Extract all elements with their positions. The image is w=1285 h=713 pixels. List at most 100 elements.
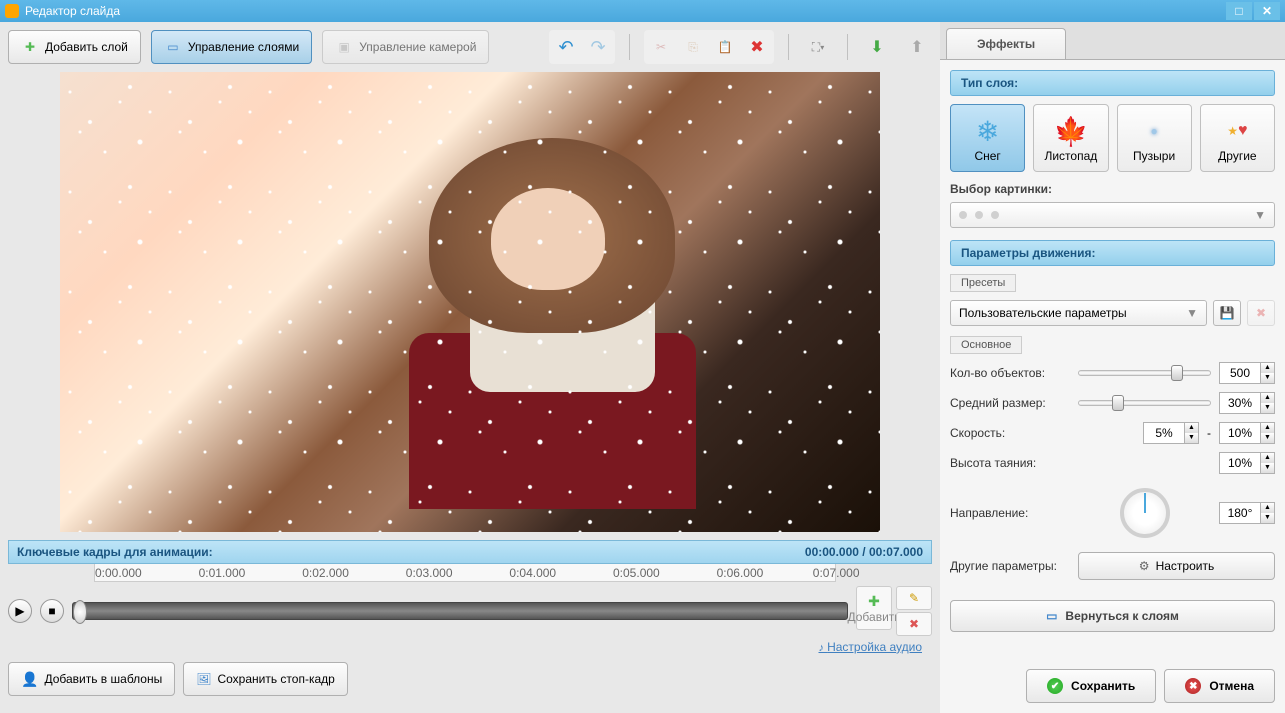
fit-icon: ⛶ — [812, 40, 820, 55]
count-slider[interactable] — [1078, 370, 1211, 376]
chevron-down-icon: ▼ — [1254, 208, 1266, 222]
down-button[interactable]: ⬇ — [862, 32, 892, 62]
camera-control-label: Управление камерой — [359, 40, 476, 54]
person-plus-icon: 👤 — [21, 671, 38, 688]
melt-label: Высота таяния: — [950, 456, 1070, 470]
cancel-button[interactable]: ✖ Отмена — [1164, 669, 1275, 703]
delete-preset-button[interactable]: ✖ — [1247, 300, 1275, 326]
size-slider[interactable] — [1078, 400, 1211, 406]
add-to-templates-button[interactable]: 👤 Добавить в шаблоны — [8, 662, 175, 696]
save-button[interactable]: ✔ Сохранить — [1026, 669, 1156, 703]
timeline-track[interactable] — [72, 602, 848, 620]
size-spinner[interactable]: 30%▲▼ — [1219, 392, 1275, 414]
save-preset-button[interactable]: 💾 — [1213, 300, 1241, 326]
add-keyframe-button[interactable]: ✚ Добавить — [856, 586, 892, 630]
image-select-dropdown[interactable]: ▼ — [950, 202, 1275, 228]
pencil-icon: ✎ — [909, 591, 919, 605]
paste-button[interactable]: 📋 — [710, 32, 740, 62]
image-select-label: Выбор картинки: — [950, 182, 1275, 196]
titlebar: Редактор слайда □ ✕ — [0, 0, 1285, 22]
snowflake-icon: ❄ — [955, 113, 1020, 149]
left-footer: 👤 Добавить в шаблоны 🖼 Сохранить стоп-ка… — [8, 654, 932, 704]
up-button[interactable]: ⬆ — [902, 32, 932, 62]
timeline-ruler[interactable]: 0:00.000 0:01.000 0:02.000 0:03.000 0:04… — [94, 564, 836, 582]
melt-spinner[interactable]: 10%▲▼ — [1219, 452, 1275, 474]
right-panel: Эффекты Тип слоя: ❄ Снег 🍁 Листопад ● Пу… — [940, 22, 1285, 713]
direction-label: Направление: — [950, 506, 1070, 520]
right-footer: ✔ Сохранить ✖ Отмена — [940, 659, 1285, 713]
delete-keyframe-button[interactable]: ✖ — [896, 612, 932, 636]
speed-max-spinner[interactable]: 10%▲▼ — [1219, 422, 1275, 444]
layer-type-snow[interactable]: ❄ Снег — [950, 104, 1025, 172]
delete-icon: ✖ — [750, 37, 763, 57]
ruler-mark: 0:01.000 — [199, 566, 246, 580]
layer-type-label: Листопад — [1038, 149, 1103, 163]
check-icon: ✔ — [1047, 678, 1063, 694]
speed-label: Скорость: — [950, 426, 1070, 440]
count-label: Кол-во объектов: — [950, 366, 1070, 380]
arrow-up-icon: ⬆ — [910, 37, 923, 57]
image-icon: 🖼 — [196, 672, 211, 686]
copy-icon: ⎘ — [688, 40, 698, 55]
layer-type-other[interactable]: ★♥ Другие — [1200, 104, 1275, 172]
delete-button[interactable]: ✖ — [742, 32, 772, 62]
add-keyframe-label: Добавить — [847, 610, 900, 624]
direction-dial[interactable] — [1120, 488, 1170, 538]
maximize-button[interactable]: □ — [1226, 2, 1252, 20]
shapes-icon: ★♥ — [1205, 113, 1270, 149]
ruler-mark: 0:07.000 — [813, 566, 860, 580]
close-button[interactable]: ✕ — [1254, 2, 1280, 20]
undo-button[interactable]: ↶ — [551, 32, 581, 62]
stop-button[interactable]: ■ — [40, 599, 64, 623]
manage-layers-button[interactable]: ▭ Управление слоями — [151, 30, 312, 64]
configure-button[interactable]: ⚙ Настроить — [1078, 552, 1275, 580]
paste-icon: 📋 — [718, 40, 733, 54]
layers-icon: ▭ — [1046, 609, 1057, 623]
ruler-mark: 0:06.000 — [717, 566, 764, 580]
ruler-mark: 0:03.000 — [406, 566, 453, 580]
preset-dropdown[interactable]: Пользовательские параметры ▼ — [950, 300, 1207, 326]
presets-group-label: Пресеты — [950, 274, 1016, 292]
layer-type-leaves[interactable]: 🍁 Листопад — [1033, 104, 1108, 172]
audio-settings-link[interactable]: ♪ Настройка аудио — [8, 640, 932, 654]
slide-preview[interactable] — [60, 72, 880, 532]
layer-type-label: Пузыри — [1122, 149, 1187, 163]
ruler-mark: 0:05.000 — [613, 566, 660, 580]
layer-type-header: Тип слоя: — [950, 70, 1275, 96]
back-to-layers-button[interactable]: ▭ Вернуться к слоям — [950, 600, 1275, 632]
scissors-icon: ✂ — [656, 40, 666, 54]
main-toolbar: ✚ Добавить слой ▭ Управление слоями ▣ Уп… — [8, 30, 932, 64]
configure-label: Настроить — [1156, 559, 1215, 573]
fit-button[interactable]: ⛶▾ — [803, 32, 833, 62]
redo-icon: ↷ — [590, 37, 605, 58]
save-label: Сохранить — [1071, 679, 1135, 693]
layer-type-label: Другие — [1205, 149, 1270, 163]
camera-control-button[interactable]: ▣ Управление камерой — [322, 30, 489, 64]
direction-spinner[interactable]: 180°▲▼ — [1219, 502, 1275, 524]
plus-icon: ✚ — [868, 593, 880, 610]
delete-icon: ✖ — [1256, 306, 1266, 320]
effects-tab[interactable]: Эффекты — [946, 28, 1066, 59]
ruler-mark: 0:04.000 — [509, 566, 556, 580]
timeline-header: Ключевые кадры для анимации: 00:00.000 /… — [8, 540, 932, 564]
edit-keyframe-button[interactable]: ✎ — [896, 586, 932, 610]
copy-button[interactable]: ⎘ — [678, 32, 708, 62]
redo-button[interactable]: ↷ — [583, 32, 613, 62]
arrow-down-icon: ⬇ — [870, 37, 883, 57]
timeline-handle[interactable] — [73, 600, 87, 624]
count-spinner[interactable]: 500▲▼ — [1219, 362, 1275, 384]
save-icon: 💾 — [1220, 306, 1235, 320]
window-title: Редактор слайда — [25, 4, 120, 18]
layer-type-bubbles[interactable]: ● Пузыри — [1117, 104, 1192, 172]
plus-icon: ✚ — [21, 38, 39, 56]
manage-layers-label: Управление слоями — [188, 40, 299, 54]
add-layer-button[interactable]: ✚ Добавить слой — [8, 30, 141, 64]
leaf-icon: 🍁 — [1038, 113, 1103, 149]
ruler-mark: 0:02.000 — [302, 566, 349, 580]
add-template-label: Добавить в шаблоны — [44, 672, 162, 686]
play-button[interactable]: ▶ — [8, 599, 32, 623]
back-to-layers-label: Вернуться к слоям — [1065, 609, 1179, 623]
speed-min-spinner[interactable]: 5%▲▼ — [1143, 422, 1199, 444]
cut-button[interactable]: ✂ — [646, 32, 676, 62]
save-stopframe-button[interactable]: 🖼 Сохранить стоп-кадр — [183, 662, 348, 696]
